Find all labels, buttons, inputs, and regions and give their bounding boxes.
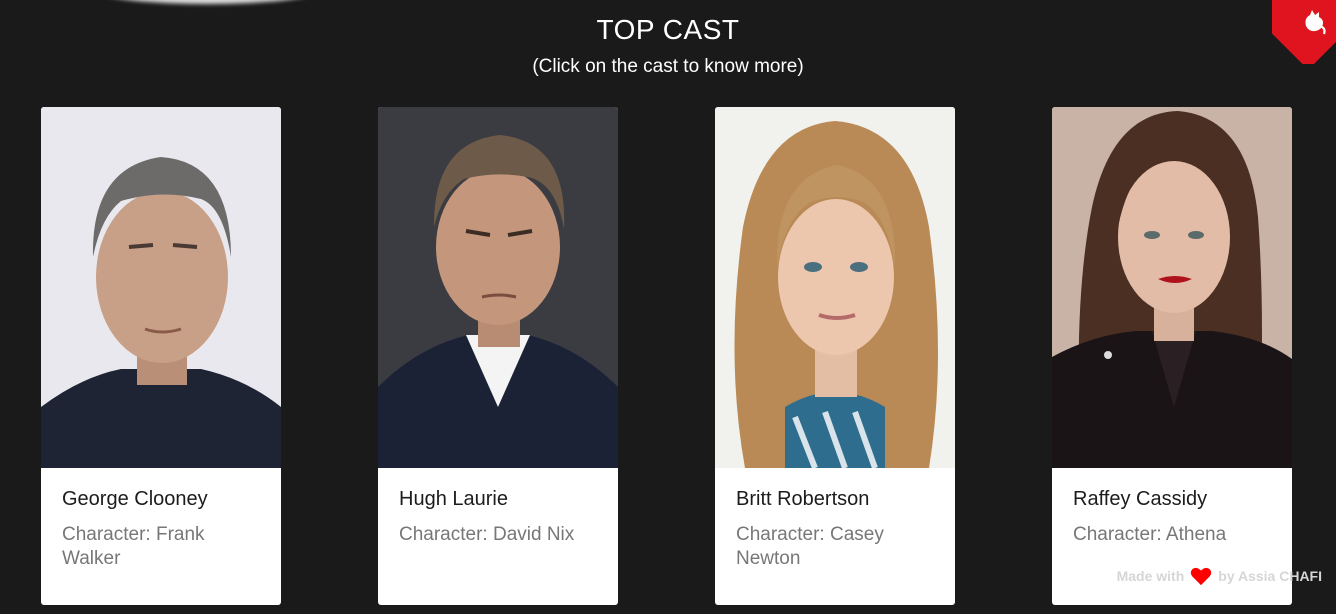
actor-photo bbox=[41, 107, 281, 468]
cast-card-raffey-cassidy[interactable]: Raffey Cassidy Character: Athena bbox=[1052, 107, 1292, 605]
actor-name: George Clooney bbox=[62, 488, 208, 510]
footer-credit: Made with by Assia CHAFI bbox=[1117, 566, 1322, 586]
actor-name: Hugh Laurie bbox=[399, 488, 508, 510]
heart-icon bbox=[1191, 567, 1212, 586]
character-name: Character: Athena bbox=[1073, 524, 1227, 545]
actor-photo bbox=[1052, 107, 1292, 468]
actor-photo bbox=[715, 107, 955, 468]
page-subtitle: (Click on the cast to know more) bbox=[532, 56, 804, 77]
cast-card-hugh-laurie[interactable]: Hugh Laurie Character: David Nix bbox=[378, 107, 618, 605]
top-cast-page: TOP CAST (Click on the cast to know more… bbox=[0, 0, 1336, 614]
cast-card-george-clooney[interactable]: George Clooney Character: Frank Walker bbox=[41, 107, 281, 605]
character-name: Character: David Nix bbox=[399, 524, 575, 545]
made-with-label: Made with bbox=[1116, 568, 1185, 584]
actor-name: Raffey Cassidy bbox=[1073, 488, 1208, 510]
cast-card-britt-robertson[interactable]: Britt Robertson Character: Casey Newton bbox=[715, 107, 955, 605]
character-name: Character: Frank Walker bbox=[62, 524, 205, 569]
author-credit: by Assia CHAFI bbox=[1218, 568, 1322, 584]
character-name: Character: Casey Newton bbox=[736, 524, 884, 569]
actor-name: Britt Robertson bbox=[736, 488, 870, 510]
top-shadow-decoration bbox=[100, 0, 315, 4]
page-title: TOP CAST bbox=[596, 14, 740, 45]
actor-photo bbox=[378, 107, 618, 468]
